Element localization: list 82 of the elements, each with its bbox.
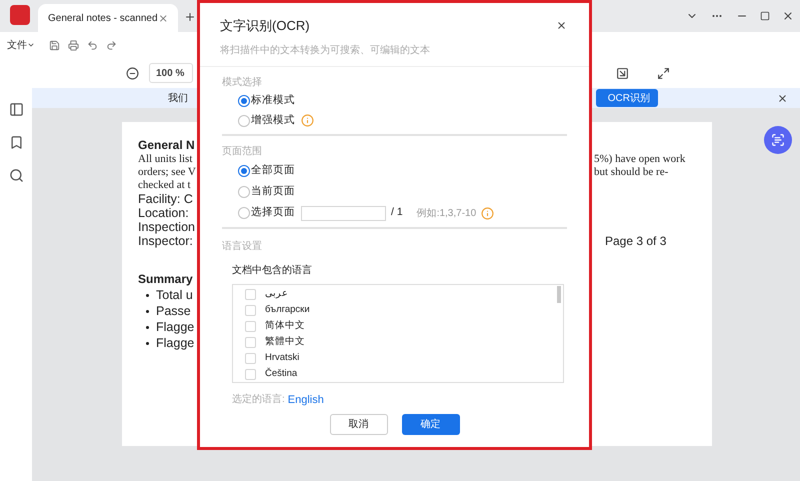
page-range-field[interactable] xyxy=(301,206,386,220)
document-text: Flagge xyxy=(156,319,194,335)
document-text: checked at t xyxy=(138,179,191,192)
search-icon[interactable] xyxy=(8,168,24,183)
ocr-button[interactable]: OCR识别 xyxy=(596,89,658,107)
zoom-field[interactable]: 100 % xyxy=(149,63,193,83)
redo-icon[interactable] xyxy=(106,40,117,50)
document-text: Flagge xyxy=(156,335,194,351)
page-total: / 1 xyxy=(391,205,403,220)
radio-button[interactable] xyxy=(238,114,250,126)
cancel-button[interactable]: 取消 xyxy=(330,414,388,435)
section-label: 语言设置 xyxy=(221,240,263,254)
language-checkbox[interactable] xyxy=(245,369,256,380)
language-checkbox[interactable] xyxy=(245,305,256,316)
tab-title: General notes - scanned xyxy=(48,12,158,26)
document-text: but should be re- xyxy=(594,166,668,179)
radio-button[interactable] xyxy=(238,186,250,198)
language-option[interactable]: Čeština xyxy=(265,367,298,382)
document-text: 5%) have open work xyxy=(594,153,686,166)
document-tab[interactable]: General notes - scanned xyxy=(38,4,178,32)
scan-text-icon xyxy=(771,133,785,147)
scrollbar-thumb[interactable] xyxy=(557,286,561,302)
language-option[interactable]: 繁體中文 xyxy=(265,335,305,350)
radio-label: 全部页面 xyxy=(251,163,295,178)
radio-label: 标准模式 xyxy=(251,92,295,108)
zoom-out-icon[interactable] xyxy=(126,66,139,80)
undo-icon[interactable] xyxy=(87,40,98,50)
document-text: Inspection xyxy=(138,220,195,234)
confirm-button[interactable]: 确定 xyxy=(402,414,460,435)
language-option[interactable]: български xyxy=(265,303,310,318)
document-text: Inspector: xyxy=(138,234,193,248)
section-label: 页面范围 xyxy=(221,144,263,158)
close-icon[interactable] xyxy=(782,10,794,22)
radio-button[interactable] xyxy=(238,165,250,177)
language-checkbox[interactable] xyxy=(245,289,256,300)
radio-label: 增强模式 xyxy=(251,112,295,128)
ocr-floating-button[interactable] xyxy=(764,126,792,154)
selected-language-label: 选定的语言: xyxy=(232,392,285,408)
maximize-icon[interactable] xyxy=(760,11,770,21)
selected-language-value: English xyxy=(288,392,324,408)
file-menu[interactable]: 文件 xyxy=(7,38,35,52)
language-option[interactable]: عربى xyxy=(265,287,288,302)
caret-icon xyxy=(27,41,35,49)
save-icon[interactable] xyxy=(49,40,60,50)
document-text: Total u xyxy=(156,287,193,303)
dialog-title: 文字识别(OCR) xyxy=(220,17,310,35)
bookmark-icon[interactable] xyxy=(8,135,24,150)
dialog-subtitle: 将扫描件中的文本转换为可搜索、可编辑的文本 xyxy=(219,44,431,58)
page-export-icon[interactable] xyxy=(616,66,629,80)
page-range-hint: 例如:1,3,7-10 xyxy=(416,206,476,220)
language-checkbox[interactable] xyxy=(245,353,256,364)
bullet-icon xyxy=(146,294,149,296)
radio-label: 选择页面 xyxy=(251,205,295,220)
document-text: orders; see V xyxy=(138,166,196,179)
close-banner-icon[interactable] xyxy=(777,92,788,104)
bullet-icon xyxy=(146,310,149,312)
bullet-icon xyxy=(146,326,149,328)
close-icon[interactable] xyxy=(556,20,567,32)
document-text: Summary xyxy=(138,270,193,288)
document-text: All units list xyxy=(138,153,192,166)
language-option[interactable]: 简体中文 xyxy=(265,319,305,334)
app-logo-icon xyxy=(10,5,30,25)
document-text: Passe xyxy=(156,303,191,319)
section-label: 模式选择 xyxy=(221,76,263,90)
document-text: Page 3 of 3 xyxy=(605,234,666,248)
bullet-icon xyxy=(146,342,149,344)
print-icon[interactable] xyxy=(68,40,79,50)
radio-label: 当前页面 xyxy=(251,184,295,200)
close-tab-icon[interactable] xyxy=(158,12,168,24)
document-text: Facility: C xyxy=(138,192,193,206)
radio-button[interactable] xyxy=(238,94,250,106)
fullscreen-icon[interactable] xyxy=(657,66,670,80)
document-text: Location: xyxy=(138,206,189,220)
radio-button[interactable] xyxy=(238,207,250,219)
language-list-label: 文档中包含的语言 xyxy=(231,264,313,278)
new-tab-icon[interactable] xyxy=(184,11,196,23)
language-checkbox[interactable] xyxy=(245,321,256,332)
document-text: General N xyxy=(138,136,195,154)
banner-text: 我们 xyxy=(168,92,188,106)
outline-icon[interactable] xyxy=(8,102,24,117)
language-option[interactable]: Hrvatski xyxy=(265,351,300,366)
language-checkbox[interactable] xyxy=(245,337,256,348)
